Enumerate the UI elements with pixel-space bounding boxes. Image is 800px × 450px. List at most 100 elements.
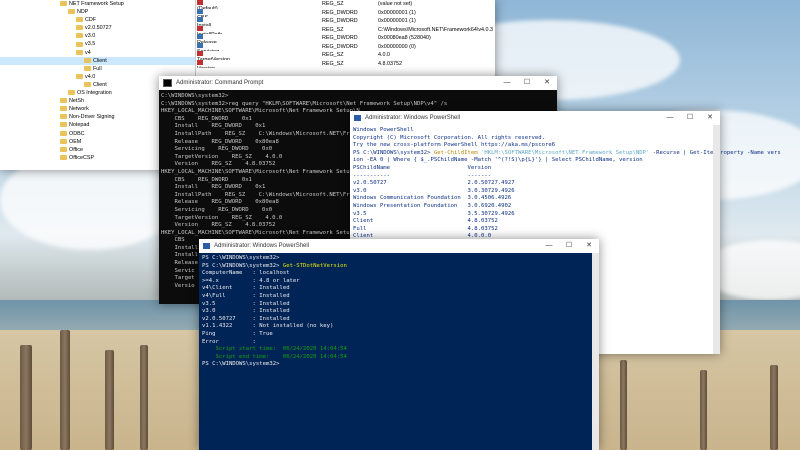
registry-value-row[interactable]: (Default)REG_SZ (value not set) bbox=[197, 0, 495, 9]
ps2-title: Administrator: Windows PowerShell bbox=[214, 243, 310, 249]
ps2-console-output[interactable]: PS C:\WINDOWS\system32> PS C:\WINDOWS\sys… bbox=[199, 253, 599, 371]
minimize-button[interactable]: — bbox=[539, 239, 559, 253]
registry-value-data: 0x00000000 (0) bbox=[378, 43, 416, 50]
table-row: Client 4.8.03752 bbox=[353, 218, 498, 225]
registry-tree-label: OS Integration bbox=[77, 90, 112, 97]
console-prompt-line: PS C:\WINDOWS\system32> bbox=[202, 361, 280, 368]
console-line: v2.0.50727 : Installed bbox=[202, 315, 290, 322]
maximize-button[interactable]: ☐ bbox=[517, 76, 537, 90]
folder-icon bbox=[60, 1, 67, 7]
maximize-button[interactable]: ☐ bbox=[680, 111, 700, 125]
registry-value-type: REG_SZ bbox=[322, 1, 344, 7]
table-row: v3.0 3.0.30729.4926 bbox=[353, 187, 515, 194]
cmd-title: Administrator: Command Prompt bbox=[176, 80, 264, 86]
table-divider: ----------- ------- bbox=[353, 172, 492, 179]
console-line: C:\WINDOWS\system32>reg query "HKLM\SOFT… bbox=[161, 100, 448, 107]
registry-value-type: REG_SZ bbox=[322, 26, 344, 33]
folder-icon bbox=[76, 73, 83, 79]
cmd-titlebar[interactable]: Administrator: Command Prompt — ☐ ✕ bbox=[159, 76, 557, 90]
registry-value-row[interactable]: ServicingREG_DWORD 0x00000000 (0) bbox=[197, 42, 495, 51]
folder-icon bbox=[60, 122, 67, 128]
registry-value-row[interactable]: ReleaseREG_DWORD 0x00080ea8 (528040) bbox=[197, 34, 495, 43]
close-button[interactable]: ✕ bbox=[579, 239, 599, 253]
registry-tree-item[interactable]: v3.0 bbox=[0, 32, 195, 40]
console-line: ion -EA 0 | Where { $_.PSChildName -Matc… bbox=[353, 157, 643, 164]
registry-value-row[interactable]: Version REG_SZ 4.8.03752 bbox=[197, 59, 495, 68]
registry-value-type: REG_SZ bbox=[322, 52, 344, 58]
table-row: Full 4.8.03752 bbox=[353, 225, 498, 232]
registry-value-type: REG_DWORD bbox=[322, 9, 358, 16]
console-line: v4\Full : Installed bbox=[202, 292, 290, 299]
registry-value-name: TargetVersion bbox=[197, 51, 322, 60]
console-command-line: PS C:\WINDOWS\system32> Get-STDotNetVers… bbox=[202, 263, 596, 271]
registry-value-type: REG_DWORD bbox=[322, 18, 358, 24]
registry-tree-item[interactable]: NDP bbox=[0, 8, 195, 16]
reg-dword-icon bbox=[197, 17, 203, 22]
console-line: Windows PowerShell bbox=[353, 127, 414, 133]
registry-tree-label: v4 bbox=[85, 49, 91, 56]
registry-tree-item[interactable]: Full bbox=[0, 65, 195, 73]
registry-value-data: 0x00000001 (1) bbox=[378, 18, 416, 24]
registry-tree-label: OfficeCSP bbox=[69, 154, 95, 161]
console-line: v1.1.4322 : Not installed (no key) bbox=[202, 323, 334, 330]
ps1-scrollbar[interactable] bbox=[713, 125, 720, 354]
folder-icon bbox=[60, 146, 67, 152]
registry-tree-item[interactable]: v2.0.50727 bbox=[0, 24, 195, 32]
registry-value-name: Install bbox=[197, 17, 322, 26]
registry-tree-label: CDF bbox=[85, 17, 97, 24]
console-command-line: PS C:\WINDOWS\system32> Get-ChildItem 'H… bbox=[353, 149, 781, 158]
table-row: Windows Presentation Foundation 3.0.6920… bbox=[353, 202, 512, 209]
cmd-icon bbox=[163, 79, 172, 87]
registry-value-row[interactable]: CBSREG_DWORD 0x00000001 (1) bbox=[197, 8, 495, 17]
minimize-button[interactable]: — bbox=[660, 111, 680, 125]
ps2-titlebar[interactable]: Administrator: Windows PowerShell — ☐ ✕ bbox=[199, 239, 599, 253]
powershell-blue-window[interactable]: Administrator: Windows PowerShell — ☐ ✕ … bbox=[199, 239, 599, 450]
registry-value-data: 4.8.03752 bbox=[378, 60, 402, 67]
registry-value-type: REG_DWORD bbox=[322, 35, 358, 41]
folder-icon bbox=[76, 41, 83, 47]
registry-value-row[interactable]: TargetVersionREG_SZ 4.0.0 bbox=[197, 51, 495, 60]
reg-dword-icon bbox=[197, 34, 203, 39]
console-line: v3.5 : Installed bbox=[202, 300, 290, 307]
folder-icon bbox=[60, 98, 67, 104]
ps2-scrollbar[interactable] bbox=[592, 253, 599, 450]
console-prompt: PS C:\WINDOWS\system32> bbox=[202, 262, 283, 269]
console-command: Get-STDotNetVersion bbox=[282, 262, 347, 269]
folder-icon bbox=[76, 33, 83, 39]
ps1-titlebar[interactable]: Administrator: Windows PowerShell — ☐ ✕ bbox=[350, 111, 720, 125]
folder-icon bbox=[60, 114, 67, 120]
registry-tree-item[interactable]: NET Framework Setup bbox=[0, 0, 195, 8]
console-line: >=4.x : 4.8 or later bbox=[202, 277, 300, 284]
close-button[interactable]: ✕ bbox=[537, 76, 557, 90]
table-row: Windows Communication Foundation 3.0.450… bbox=[353, 195, 512, 202]
registry-value-data: 4.0.0 bbox=[378, 52, 390, 58]
registry-value-row[interactable]: InstallREG_DWORD 0x00000001 (1) bbox=[197, 17, 495, 26]
folder-icon bbox=[60, 138, 67, 144]
console-line: ComputerName : localhost bbox=[202, 270, 290, 277]
registry-tree-label: OEM bbox=[69, 138, 82, 145]
table-row: v2.0.50727 2.0.50727.4927 bbox=[353, 180, 515, 187]
folder-icon bbox=[84, 82, 91, 88]
registry-value-name: Version bbox=[197, 59, 322, 68]
reg-dword-icon bbox=[197, 8, 203, 14]
registry-tree-item[interactable]: v4 bbox=[0, 49, 195, 57]
maximize-button[interactable]: ☐ bbox=[559, 239, 579, 253]
registry-tree-label: Non-Driver Signing bbox=[69, 114, 115, 121]
close-button[interactable]: ✕ bbox=[700, 111, 720, 125]
console-line: Copyright (C) Microsoft Corporation. All… bbox=[353, 134, 545, 141]
console-prompt: PS C:\WINDOWS\system32> bbox=[353, 149, 434, 156]
registry-tree-label: Network bbox=[69, 106, 89, 113]
registry-value-type: REG_DWORD bbox=[322, 43, 358, 50]
ps1-console-output[interactable]: Windows PowerShell Copyright (C) Microsof… bbox=[350, 125, 781, 243]
minimize-button[interactable]: — bbox=[497, 76, 517, 90]
reg-sz-icon bbox=[197, 0, 203, 5]
registry-value-data: 0x00080ea8 (528040) bbox=[378, 35, 431, 41]
registry-tree-label: Full bbox=[93, 65, 102, 72]
ps1-title: Administrator: Windows PowerShell bbox=[365, 115, 461, 121]
registry-value-name: InstallPath bbox=[197, 25, 322, 34]
registry-tree-item[interactable]: v3.5 bbox=[0, 40, 195, 48]
registry-value-row[interactable]: InstallPathREG_SZ C:\Windows\Microsoft.NE… bbox=[197, 25, 495, 34]
table-row: v3.5 3.5.30729.4926 bbox=[353, 210, 515, 217]
registry-tree-item[interactable]: CDF bbox=[0, 16, 195, 24]
registry-tree-item[interactable]: Client bbox=[0, 56, 195, 65]
